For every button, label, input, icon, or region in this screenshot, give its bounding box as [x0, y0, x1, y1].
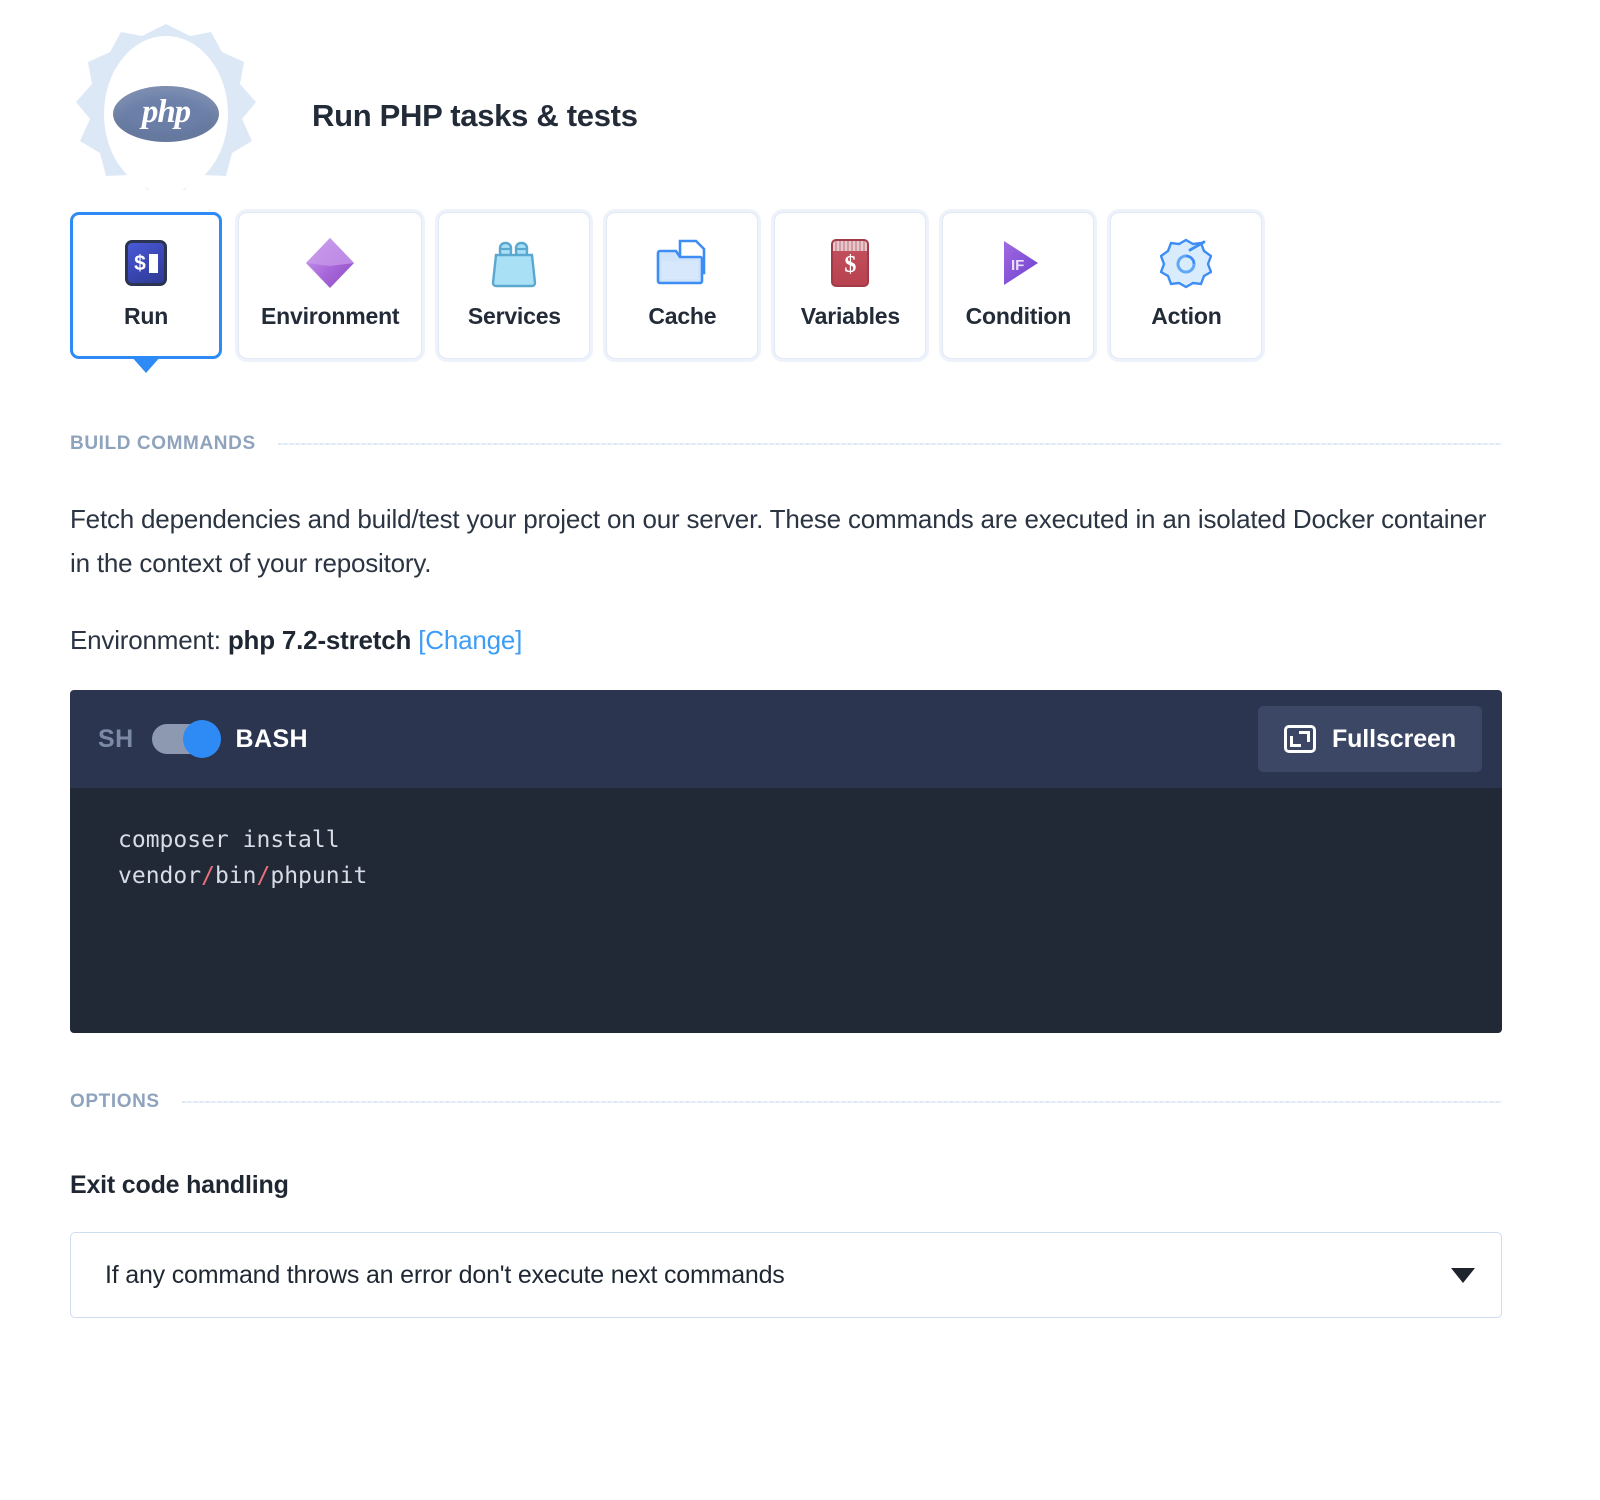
bottle-crate-icon: [488, 235, 540, 291]
tab-run[interactable]: $ Run: [70, 212, 222, 373]
tab-label-action: Action: [1151, 303, 1222, 329]
php-wordmark: php: [110, 84, 222, 144]
shell-toggle-bash-label: BASH: [235, 724, 308, 753]
build-commands-section-header: BUILD COMMANDS: [0, 433, 1600, 455]
fullscreen-button[interactable]: Fullscreen: [1257, 706, 1482, 772]
tab-cache[interactable]: Cache: [606, 212, 759, 359]
tab-condition[interactable]: IF Condition: [942, 212, 1095, 359]
exit-code-handling-select[interactable]: If any command throws an error don't exe…: [70, 1232, 1502, 1318]
environment-line: Environment: php 7.2-stretch [Change]: [0, 625, 1600, 656]
options-title: OPTIONS: [70, 1091, 160, 1112]
environment-prefix: Environment:: [70, 625, 221, 655]
page-header: php Run PHP tasks & tests: [0, 0, 1600, 210]
expand-icon: [1283, 725, 1316, 753]
shell-toggle-group: SH BASH: [98, 720, 308, 758]
code-line: composer install: [118, 827, 340, 853]
fullscreen-label: Fullscreen: [1331, 724, 1456, 753]
build-commands-description: Fetch dependencies and build/test your p…: [70, 504, 1487, 578]
php-logo-text: php: [141, 94, 191, 130]
purple-diamond-icon: [304, 235, 356, 291]
tab-bar: $ Run Environment Services Cache $ Varia…: [0, 212, 1600, 373]
tab-label-variables: Variables: [800, 303, 900, 329]
terminal-prompt-icon: $: [125, 235, 167, 291]
tab-services[interactable]: Services: [438, 212, 591, 359]
code-line: vendor/bin/phpunit: [118, 863, 368, 889]
tab-environment[interactable]: Environment: [238, 212, 423, 359]
php-gear-logo: php: [66, 22, 266, 207]
if-play-icon: IF: [992, 235, 1044, 291]
section-divider: [277, 443, 1502, 445]
dollar-card-icon: $: [831, 235, 870, 291]
folder-file-icon: [656, 235, 708, 291]
shell-toggle-sh-label: SH: [98, 724, 134, 753]
section-divider: [181, 1101, 1502, 1103]
page-title: Run PHP tasks & tests: [312, 98, 638, 133]
command-editor: SH BASH Fullscreen composer install vend…: [70, 690, 1502, 1033]
editor-toolbar: SH BASH Fullscreen: [70, 690, 1502, 788]
environment-value: php 7.2-stretch: [227, 625, 412, 655]
run-php-tasks-page: php Run PHP tasks & tests $ Run Environm…: [0, 0, 1600, 1500]
svg-text:IF: IF: [1011, 257, 1024, 274]
tab-label-services: Services: [467, 303, 561, 329]
exit-code-handling-value: If any command throws an error don't exe…: [105, 1260, 785, 1289]
gear-swirl-icon: [1160, 235, 1213, 291]
build-commands-title: BUILD COMMANDS: [70, 433, 256, 454]
change-environment-link[interactable]: [Change]: [418, 625, 522, 655]
tab-label-condition: Condition: [965, 303, 1072, 329]
active-tab-arrow: [131, 356, 161, 373]
toggle-knob: [182, 720, 221, 758]
exit-code-handling-label: Exit code handling: [70, 1171, 289, 1199]
tab-label-cache: Cache: [648, 303, 717, 329]
tab-label-environment: Environment: [261, 303, 400, 329]
tab-label-run: Run: [123, 303, 169, 329]
code-area[interactable]: composer install vendor/bin/phpunit: [70, 788, 1502, 1033]
tab-action[interactable]: Action: [1110, 212, 1263, 359]
options-section-header: OPTIONS: [0, 1091, 1600, 1113]
tab-variables[interactable]: $ Variables: [774, 212, 927, 359]
shell-toggle-switch[interactable]: [151, 720, 221, 758]
chevron-down-icon: [1451, 1267, 1475, 1283]
